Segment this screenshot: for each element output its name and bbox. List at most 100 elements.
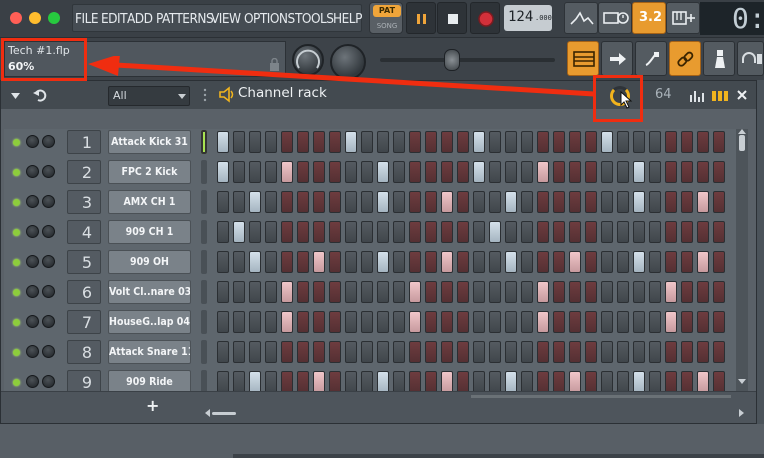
step-button[interactable]	[601, 281, 613, 303]
step-button[interactable]	[249, 191, 261, 213]
step-button[interactable]	[265, 311, 277, 333]
step-button[interactable]	[697, 131, 709, 153]
channel-mixer-track[interactable]: 6	[67, 280, 101, 304]
step-button[interactable]	[361, 251, 373, 273]
step-button[interactable]	[521, 371, 533, 393]
channel-mute-led[interactable]	[13, 319, 20, 326]
channel-select-indicator[interactable]	[201, 280, 207, 304]
step-button[interactable]	[217, 251, 229, 273]
step-button[interactable]	[713, 131, 725, 153]
browser-button[interactable]	[601, 41, 633, 76]
step-button[interactable]	[249, 341, 261, 363]
step-button[interactable]	[377, 191, 389, 213]
step-button[interactable]	[297, 161, 309, 183]
step-button[interactable]	[345, 161, 357, 183]
step-button[interactable]	[649, 341, 661, 363]
step-button[interactable]	[329, 341, 341, 363]
step-button[interactable]	[457, 281, 469, 303]
step-button[interactable]	[329, 371, 341, 393]
step-button[interactable]	[681, 311, 693, 333]
menu-file[interactable]: FILE	[75, 5, 99, 33]
pattern-song-toggle[interactable]: PAT SONG	[369, 2, 403, 34]
step-button[interactable]	[569, 311, 581, 333]
channel-list-scrollbar[interactable]	[736, 129, 748, 391]
step-button[interactable]	[617, 221, 629, 243]
menu-edit[interactable]: EDIT	[101, 5, 128, 33]
step-button[interactable]	[393, 341, 405, 363]
step-button[interactable]	[297, 281, 309, 303]
cpu-meter-button[interactable]	[564, 2, 598, 34]
step-button[interactable]	[281, 341, 293, 363]
step-button[interactable]	[313, 371, 325, 393]
step-button[interactable]	[377, 281, 389, 303]
step-button[interactable]	[233, 341, 245, 363]
step-button[interactable]	[681, 161, 693, 183]
step-button[interactable]	[393, 251, 405, 273]
step-button[interactable]	[377, 161, 389, 183]
channel-pan-knob[interactable]	[26, 345, 39, 358]
step-button[interactable]	[553, 341, 565, 363]
channel-volume-knob[interactable]	[42, 375, 55, 388]
step-button[interactable]	[457, 311, 469, 333]
step-button[interactable]	[569, 131, 581, 153]
zoom-window-button[interactable]	[48, 12, 60, 24]
step-button[interactable]	[553, 131, 565, 153]
graph-editor-icon[interactable]	[689, 89, 705, 102]
step-button[interactable]	[361, 281, 373, 303]
step-button[interactable]	[505, 251, 517, 273]
step-button[interactable]	[665, 191, 677, 213]
step-button[interactable]	[697, 161, 709, 183]
step-button[interactable]	[441, 221, 453, 243]
step-button[interactable]	[217, 161, 229, 183]
step-button[interactable]	[249, 371, 261, 393]
step-button[interactable]	[313, 131, 325, 153]
step-button[interactable]	[537, 311, 549, 333]
step-button[interactable]	[489, 371, 501, 393]
menu-help[interactable]: HELP	[333, 5, 362, 33]
step-button[interactable]	[697, 281, 709, 303]
step-button[interactable]	[601, 371, 613, 393]
channel-select-indicator[interactable]	[201, 220, 207, 244]
step-button[interactable]	[537, 341, 549, 363]
step-button[interactable]	[425, 341, 437, 363]
step-button[interactable]	[617, 281, 629, 303]
step-button[interactable]	[217, 191, 229, 213]
step-button[interactable]	[505, 161, 517, 183]
channel-pan-knob[interactable]	[26, 255, 39, 268]
menu-tools[interactable]: TOOLS	[295, 5, 334, 33]
channel-pan-knob[interactable]	[26, 315, 39, 328]
step-button[interactable]	[233, 131, 245, 153]
step-button[interactable]	[249, 221, 261, 243]
step-button[interactable]	[265, 161, 277, 183]
step-button[interactable]	[553, 251, 565, 273]
step-button[interactable]	[281, 131, 293, 153]
step-button[interactable]	[505, 371, 517, 393]
step-button[interactable]	[553, 311, 565, 333]
step-button[interactable]	[601, 341, 613, 363]
step-button[interactable]	[713, 251, 725, 273]
step-button[interactable]	[537, 191, 549, 213]
channel-name-button[interactable]: Volt Cl..nare 03	[108, 280, 191, 304]
step-button[interactable]	[441, 341, 453, 363]
step-button[interactable]	[409, 281, 421, 303]
channel-mixer-track[interactable]: 3	[67, 190, 101, 214]
step-button[interactable]	[281, 371, 293, 393]
step-button[interactable]	[713, 161, 725, 183]
step-button[interactable]	[329, 161, 341, 183]
step-button[interactable]	[393, 221, 405, 243]
step-button[interactable]	[505, 191, 517, 213]
menu-view[interactable]: VIEW	[211, 5, 241, 33]
step-button[interactable]	[585, 161, 597, 183]
step-button[interactable]	[569, 341, 581, 363]
step-button[interactable]	[521, 311, 533, 333]
step-button[interactable]	[537, 131, 549, 153]
channel-mute-led[interactable]	[13, 139, 20, 146]
step-button[interactable]	[681, 191, 693, 213]
pause-button[interactable]	[406, 2, 436, 34]
step-button[interactable]	[489, 191, 501, 213]
step-button[interactable]	[313, 221, 325, 243]
step-button[interactable]	[345, 311, 357, 333]
step-button[interactable]	[649, 191, 661, 213]
step-button[interactable]	[713, 341, 725, 363]
step-button[interactable]	[281, 191, 293, 213]
